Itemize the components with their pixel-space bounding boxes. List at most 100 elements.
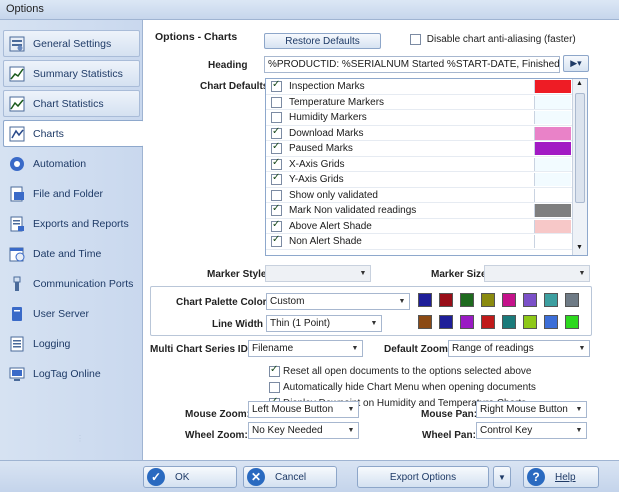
color-swatch[interactable] bbox=[534, 126, 571, 140]
heading-insert-button[interactable]: ▶▾ bbox=[563, 55, 589, 72]
export-options-dropdown[interactable]: ▼ bbox=[493, 466, 511, 488]
option-reset-documents[interactable]: Reset all open documents to the options … bbox=[269, 364, 532, 377]
line-color-swatch[interactable] bbox=[439, 315, 453, 329]
color-swatch[interactable] bbox=[534, 204, 571, 217]
wheel-pan-select[interactable]: Control Key ▼ bbox=[476, 422, 587, 439]
sidebar-item-summary-statistics[interactable]: Summary Statistics bbox=[3, 60, 140, 87]
sidebar-scroll-indicator: ⋮ bbox=[76, 434, 84, 443]
color-swatch[interactable] bbox=[534, 219, 571, 233]
line-width-select[interactable]: Thin (1 Point) ▼ bbox=[266, 315, 382, 332]
checkbox[interactable] bbox=[271, 189, 282, 201]
mouse-pan-select[interactable]: Right Mouse Button ▼ bbox=[476, 401, 587, 418]
palette-color-swatch[interactable] bbox=[565, 293, 579, 307]
color-swatch[interactable] bbox=[534, 142, 571, 155]
checkbox[interactable] bbox=[269, 382, 280, 393]
checkbox[interactable] bbox=[271, 141, 282, 154]
export-options-button[interactable]: Export Options bbox=[357, 466, 489, 488]
line-color-swatch[interactable] bbox=[565, 315, 579, 329]
checkbox[interactable] bbox=[271, 112, 282, 123]
list-item[interactable]: X-Axis Grids bbox=[266, 157, 572, 172]
wheel-zoom-select[interactable]: No Key Needed ▼ bbox=[248, 422, 359, 439]
sidebar-item-charts[interactable]: Charts bbox=[3, 120, 144, 147]
list-item[interactable]: Above Alert Shade bbox=[266, 219, 572, 234]
checkbox[interactable] bbox=[271, 126, 282, 139]
checkbox[interactable] bbox=[271, 203, 282, 216]
list-item[interactable]: Humidity Markers bbox=[266, 110, 572, 126]
option-auto-hide-menu[interactable]: Automatically hide Chart Menu when openi… bbox=[269, 382, 536, 393]
color-swatch[interactable] bbox=[534, 173, 571, 186]
ok-button[interactable]: ✓ OK bbox=[143, 466, 237, 488]
list-item[interactable]: Non Alert Shade bbox=[266, 234, 572, 250]
disable-antialias-option[interactable]: Disable chart anti-aliasing (faster) bbox=[410, 34, 576, 45]
color-swatch[interactable] bbox=[534, 157, 571, 171]
help-button[interactable]: ? Help bbox=[523, 466, 599, 488]
checkbox[interactable] bbox=[271, 79, 282, 92]
checkbox[interactable] bbox=[271, 219, 282, 232]
sidebar-item-file-and-folder[interactable]: File and Folder bbox=[3, 180, 140, 207]
heading-input[interactable]: %PRODUCTID: %SERIALNUM Started %START-DA… bbox=[264, 56, 560, 73]
palette-color-swatch[interactable] bbox=[439, 293, 453, 307]
line-color-swatch[interactable] bbox=[418, 315, 432, 329]
list-item[interactable]: Temperature Markers bbox=[266, 95, 572, 110]
line-color-swatch[interactable] bbox=[502, 315, 516, 329]
list-scrollbar[interactable]: ▲ ▼ bbox=[572, 79, 587, 255]
chart-defaults-list[interactable]: Inspection Marks Temperature Markers Hum… bbox=[265, 78, 588, 256]
marker-size-select[interactable]: ▼ bbox=[484, 265, 590, 282]
palette-color-swatch[interactable] bbox=[418, 293, 432, 307]
color-swatch[interactable] bbox=[534, 95, 571, 109]
checkbox[interactable] bbox=[269, 364, 280, 377]
marker-style-select[interactable]: ▼ bbox=[265, 265, 371, 282]
sidebar-item-automation[interactable]: Automation bbox=[3, 150, 140, 177]
palette-color-swatch[interactable] bbox=[481, 293, 495, 307]
scroll-thumb[interactable] bbox=[575, 93, 585, 203]
sidebar-item-exports-and-reports[interactable]: Exports and Reports bbox=[3, 210, 140, 237]
sidebar-item-general-settings[interactable]: General Settings bbox=[3, 30, 140, 57]
checkbox[interactable] bbox=[271, 157, 282, 170]
line-color-swatch[interactable] bbox=[523, 315, 537, 329]
scroll-up-icon[interactable]: ▲ bbox=[576, 80, 583, 87]
color-swatch[interactable] bbox=[534, 235, 571, 248]
list-item[interactable]: Download Marks bbox=[266, 126, 572, 141]
checkbox[interactable] bbox=[271, 234, 282, 247]
list-item[interactable]: Inspection Marks bbox=[266, 79, 572, 95]
palette-colors-select[interactable]: Custom ▼ bbox=[266, 293, 410, 310]
list-item[interactable]: Y-Axis Grids bbox=[266, 172, 572, 188]
restore-defaults-button[interactable]: Restore Defaults bbox=[264, 33, 381, 49]
color-swatch[interactable] bbox=[534, 80, 571, 93]
checkbox[interactable] bbox=[271, 96, 282, 108]
sidebar: General Settings Summary Statistics Char… bbox=[0, 20, 144, 460]
multi-chart-series-select[interactable]: Filename ▼ bbox=[248, 340, 363, 357]
sidebar-item-label: Exports and Reports bbox=[33, 217, 129, 230]
mouse-pan-label: Mouse Pan: bbox=[421, 409, 478, 420]
list-item[interactable]: Paused Marks bbox=[266, 141, 572, 157]
chevron-down-icon: ▼ bbox=[347, 406, 355, 413]
cancel-button[interactable]: ✕ Cancel bbox=[243, 466, 337, 488]
palette-color-swatch[interactable] bbox=[460, 293, 474, 307]
list-item[interactable]: Mark Non validated readings bbox=[266, 203, 572, 219]
default-zoom-select[interactable]: Range of readings ▼ bbox=[448, 340, 590, 357]
chevron-down-icon: ▼ bbox=[370, 320, 378, 327]
sidebar-item-chart-statistics[interactable]: Chart Statistics bbox=[3, 90, 140, 117]
line-color-swatch[interactable] bbox=[481, 315, 495, 329]
scroll-down-icon[interactable]: ▼ bbox=[576, 244, 583, 251]
chart-icon bbox=[8, 65, 26, 83]
sidebar-item-date-and-time[interactable]: Date and Time bbox=[3, 240, 140, 267]
color-swatch[interactable] bbox=[534, 188, 571, 202]
disable-antialias-checkbox[interactable] bbox=[410, 34, 421, 45]
palette-color-swatch[interactable] bbox=[523, 293, 537, 307]
sidebar-item-label: LogTag Online bbox=[33, 367, 101, 380]
item-label: Temperature Markers bbox=[289, 96, 385, 108]
list-item[interactable]: Show only validated bbox=[266, 188, 572, 203]
line-color-swatch[interactable] bbox=[460, 315, 474, 329]
mouse-zoom-select[interactable]: Left Mouse Button ▼ bbox=[248, 401, 359, 418]
sidebar-item-logtag-online[interactable]: LogTag Online bbox=[3, 360, 140, 387]
palette-color-swatch[interactable] bbox=[544, 293, 558, 307]
color-swatch[interactable] bbox=[534, 111, 571, 124]
line-color-swatch[interactable] bbox=[544, 315, 558, 329]
sidebar-item-user-server[interactable]: User Server bbox=[3, 300, 140, 327]
palette-color-swatch[interactable] bbox=[502, 293, 516, 307]
checkbox[interactable] bbox=[271, 172, 282, 185]
sidebar-item-communication-ports[interactable]: Communication Ports bbox=[3, 270, 140, 297]
server-icon bbox=[8, 305, 26, 323]
sidebar-item-logging[interactable]: Logging bbox=[3, 330, 140, 357]
